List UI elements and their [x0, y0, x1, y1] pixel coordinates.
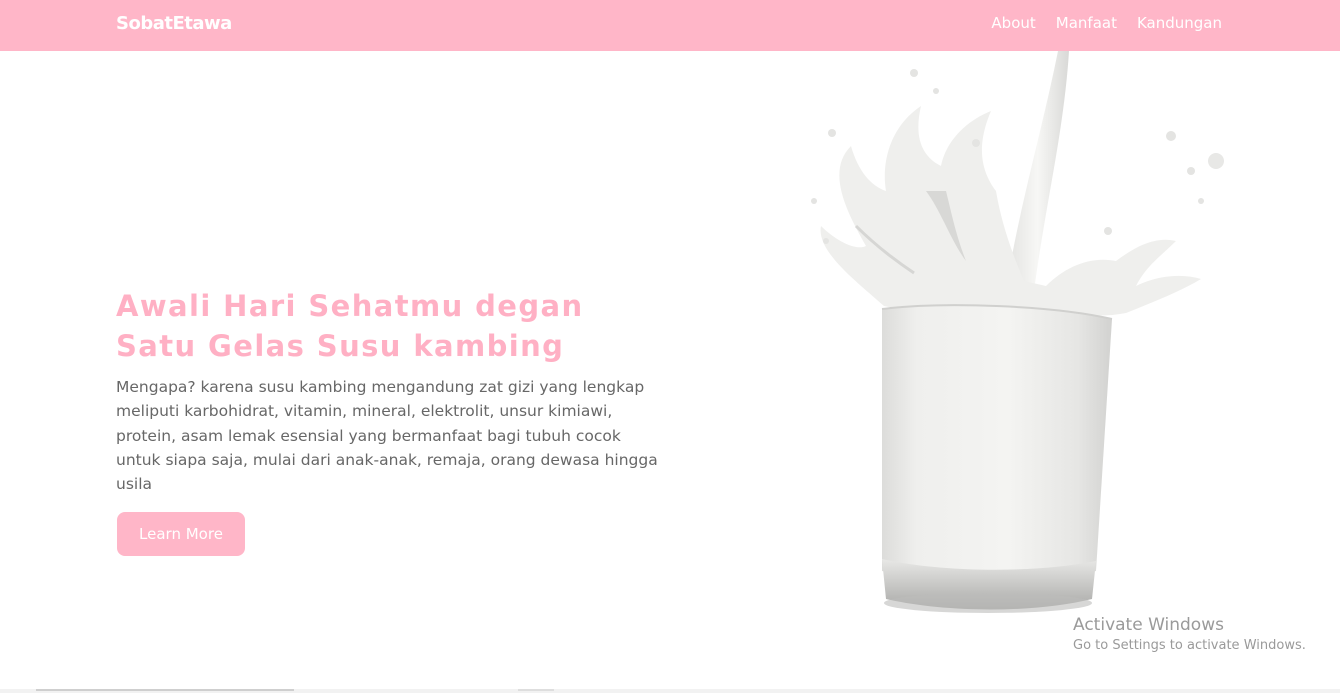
bottom-divider-small: [518, 689, 554, 691]
nav-link-manfaat[interactable]: Manfaat: [1056, 14, 1117, 32]
hero-title: Awali Hari Sehatmu degan Satu Gelas Susu…: [116, 289, 584, 363]
watermark-subtitle: Go to Settings to activate Windows.: [1073, 638, 1306, 653]
hero-description: Mengapa? karena susu kambing mengandung …: [116, 378, 658, 494]
watermark-title: Activate Windows: [1073, 615, 1224, 635]
nav-link-about[interactable]: About: [991, 14, 1035, 32]
milk-glass-image: [811, 51, 1224, 613]
navbar: SobatEtawa About Manfaat Kandungan: [0, 0, 1340, 51]
bottom-strip: [0, 689, 1340, 693]
bottom-divider: [36, 689, 294, 691]
nav-links: About Manfaat Kandungan: [991, 14, 1222, 32]
learn-more-button[interactable]: Learn More: [117, 512, 245, 556]
windows-activation-watermark: Activate Windows Go to Settings to activ…: [1073, 614, 1306, 656]
nav-link-kandungan[interactable]: Kandungan: [1137, 14, 1222, 32]
brand-logo[interactable]: SobatEtawa: [116, 13, 232, 34]
